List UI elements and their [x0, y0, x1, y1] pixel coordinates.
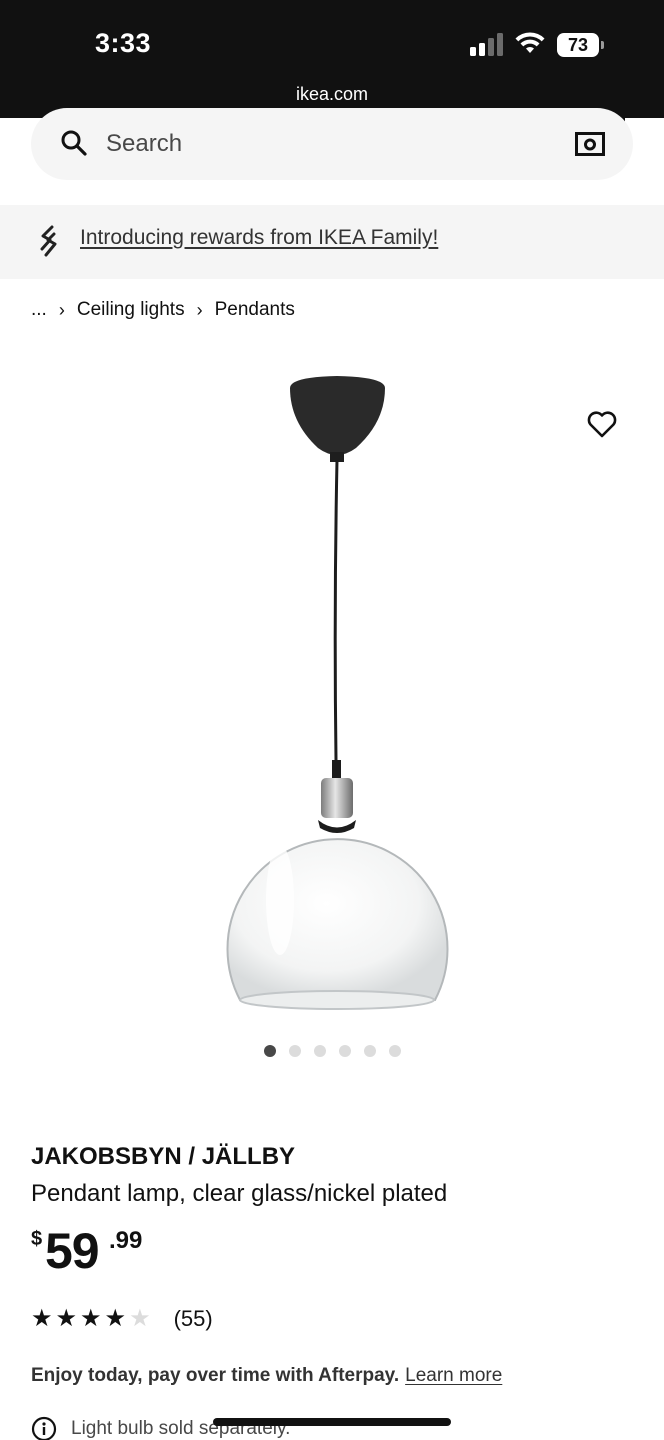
- carousel-dot[interactable]: [339, 1045, 351, 1057]
- afterpay-message: Enjoy today, pay over time with Afterpay…: [31, 1365, 502, 1387]
- carousel-dot[interactable]: [264, 1045, 276, 1057]
- star-filled-icon: ★: [80, 1305, 102, 1332]
- rating-stars: ★ ★ ★ ★ ★: [31, 1306, 154, 1332]
- product-rating[interactable]: ★ ★ ★ ★ ★ (55): [31, 1306, 213, 1332]
- breadcrumb-item-ceiling-lights[interactable]: Ceiling lights: [77, 299, 185, 321]
- product-description: Pendant lamp, clear glass/nickel plated: [31, 1180, 448, 1207]
- breadcrumb-item-pendants[interactable]: Pendants: [215, 299, 295, 321]
- signal-icon: [470, 32, 506, 56]
- search-input[interactable]: Search: [106, 130, 182, 158]
- afterpay-text: Enjoy today, pay over time with Afterpay…: [31, 1365, 400, 1386]
- ikea-family-icon: [40, 225, 57, 257]
- url-text: ikea.com: [295, 84, 369, 104]
- product-name[interactable]: JAKOBSBYN / JÄLLBY: [31, 1143, 295, 1171]
- chevron-right-icon: ›: [58, 299, 65, 320]
- heart-icon[interactable]: [586, 409, 618, 439]
- star-empty-icon: ★: [129, 1305, 151, 1332]
- carousel-dot[interactable]: [314, 1045, 326, 1057]
- carousel-dot[interactable]: [364, 1045, 376, 1057]
- price-integer: 59: [45, 1223, 100, 1279]
- rewards-link[interactable]: Introducing rewards from IKEA Family!: [80, 226, 438, 250]
- chevron-right-icon: ›: [196, 299, 203, 320]
- review-count[interactable]: (55): [174, 1306, 213, 1332]
- star-filled-icon: ★: [104, 1305, 127, 1332]
- status-time: 3:33: [95, 28, 152, 58]
- breadcrumb: ... › Ceiling lights › Pendants: [31, 299, 295, 321]
- search-icon[interactable]: [60, 129, 88, 157]
- carousel-dots[interactable]: [264, 1045, 401, 1057]
- breadcrumb-ellipsis[interactable]: ...: [31, 299, 47, 321]
- carousel-dot[interactable]: [389, 1045, 401, 1057]
- star-filled-icon: ★: [31, 1305, 53, 1332]
- info-icon: [31, 1416, 57, 1440]
- star-filled-icon: ★: [55, 1305, 78, 1332]
- price-currency: $: [31, 1228, 43, 1250]
- price-decimal: .99: [109, 1227, 143, 1254]
- camera-icon[interactable]: [575, 132, 605, 156]
- home-indicator[interactable]: [213, 1418, 451, 1426]
- battery-tip: [601, 41, 604, 49]
- battery-indicator: 73: [557, 33, 599, 57]
- wifi-icon: [515, 32, 545, 53]
- learn-more-link[interactable]: Learn more: [405, 1365, 502, 1386]
- carousel-dot[interactable]: [289, 1045, 301, 1057]
- product-image[interactable]: [180, 360, 500, 1030]
